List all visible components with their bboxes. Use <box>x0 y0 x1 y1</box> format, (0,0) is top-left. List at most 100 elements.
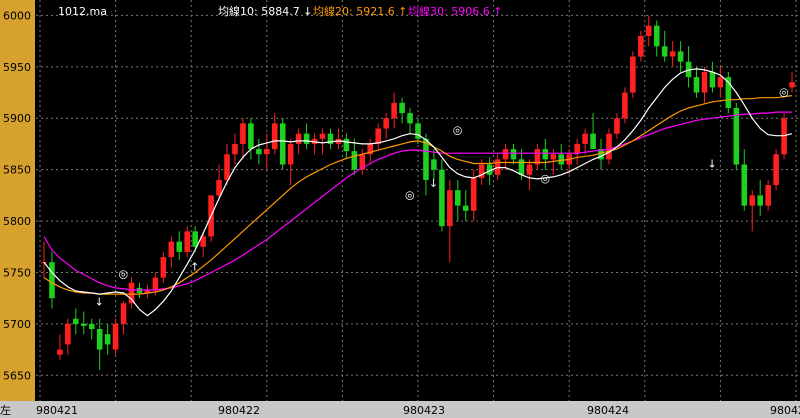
candle-body <box>240 123 246 144</box>
candle-body <box>88 323 95 330</box>
candle-body <box>622 92 628 119</box>
candlestick-chart: 5650 5700 5750 5800 5850 5900 5950 6000 980421 9… <box>0 0 800 418</box>
candle-body <box>192 231 198 247</box>
candle-body <box>638 35 644 57</box>
candle-body <box>256 149 262 155</box>
candle-body <box>518 159 525 175</box>
candle-body <box>590 133 596 150</box>
chart-background <box>0 0 800 418</box>
y-tick-label: 5650 <box>3 369 31 382</box>
candle-body <box>693 77 700 93</box>
signal-marker: ↑ <box>190 260 199 273</box>
candle-body <box>264 149 270 155</box>
candle-body <box>295 133 302 144</box>
signal-marker: ↓ <box>95 295 104 308</box>
candle-body <box>271 123 278 150</box>
candle-body <box>661 46 668 57</box>
candle-body <box>391 102 397 119</box>
candle-body <box>558 154 565 165</box>
candle-body <box>614 118 620 134</box>
candle-body <box>399 102 405 114</box>
candle-body <box>279 123 286 165</box>
y-tick-label: 5950 <box>3 61 31 74</box>
candle-body <box>502 149 509 160</box>
candle-body <box>128 282 135 304</box>
x-tick-label: 98042 <box>770 404 800 417</box>
candle-body <box>773 154 779 186</box>
candle-body <box>343 138 350 152</box>
x-tick-label: 980422 <box>218 404 260 417</box>
candle-body <box>542 149 549 160</box>
candle-body <box>550 154 557 160</box>
candle-body <box>749 195 756 206</box>
candle-body <box>152 277 159 290</box>
left-axis-fragment: 左 <box>0 404 11 417</box>
candle-body <box>510 149 517 160</box>
candle-body <box>96 329 103 350</box>
candle-body <box>375 128 381 144</box>
x-tick-label: 980423 <box>403 404 445 417</box>
candle-body <box>303 133 310 144</box>
candle-body <box>733 107 740 165</box>
candle-body <box>49 262 55 299</box>
candle-body <box>160 257 167 278</box>
candle-body <box>455 190 461 206</box>
candle-body <box>112 323 119 350</box>
candle-body <box>653 25 660 47</box>
candle-body <box>319 133 326 139</box>
x-tick-label: 980424 <box>587 404 629 417</box>
candle-body <box>606 133 612 160</box>
candle-body <box>80 323 87 326</box>
candle-body <box>232 143 238 155</box>
chart-window: 5650 5700 5750 5800 5850 5900 5950 6000 980421 9… <box>0 0 800 418</box>
candle-body <box>383 118 389 129</box>
candle-body <box>73 318 79 324</box>
candle-body <box>447 190 453 227</box>
candle-body <box>741 164 748 206</box>
signal-marker: ◎ <box>453 124 463 137</box>
legend-ma20: 均線20: 5921.6 ↑ <box>313 4 407 18</box>
x-axis-panel <box>0 401 800 418</box>
signal-marker: ↓ <box>707 158 716 171</box>
signal-marker: ◎ <box>779 86 789 99</box>
y-tick-label: 5700 <box>3 318 31 331</box>
signal-marker: ◎ <box>119 268 129 281</box>
candle-body <box>630 56 636 93</box>
candle-body <box>709 71 716 88</box>
candle-body <box>224 154 230 180</box>
candle-body <box>765 185 771 206</box>
legend-ma30: 均線30: 5906.6 ↑ <box>408 4 502 18</box>
candle-body <box>701 71 708 93</box>
signal-marker: ◎ <box>540 172 550 185</box>
legend-ma10: 均線10: 5884.7 ↓ <box>218 4 312 18</box>
candle-body <box>248 123 254 150</box>
candle-body <box>120 303 127 324</box>
candle-body <box>104 334 111 345</box>
candle-body <box>582 133 588 144</box>
candle-body <box>184 231 191 252</box>
candle-body <box>526 164 533 175</box>
x-tick-label: 980421 <box>36 404 78 417</box>
signal-marker: ↓ <box>429 177 438 190</box>
candle-body <box>439 169 445 227</box>
y-tick-label: 5750 <box>3 266 31 279</box>
candle-body <box>176 241 183 252</box>
y-tick-label: 5850 <box>3 164 31 177</box>
candle-body <box>462 205 469 211</box>
candle-body <box>287 143 294 165</box>
y-tick-label: 5900 <box>3 112 31 125</box>
candle-body <box>789 82 795 88</box>
candle-body <box>351 151 358 170</box>
candle-body <box>677 51 684 62</box>
candle-body <box>669 51 676 57</box>
y-tick-label: 5800 <box>3 215 31 228</box>
candle-body <box>65 323 71 345</box>
candle-body <box>57 349 63 355</box>
candle-body <box>717 77 724 88</box>
signal-marker: ◎ <box>405 188 415 201</box>
candle-body <box>407 113 413 124</box>
candle-body <box>423 138 429 180</box>
chart-title: 1012.ma <box>58 5 107 18</box>
candle-body <box>470 177 477 211</box>
candle-body <box>431 159 437 170</box>
